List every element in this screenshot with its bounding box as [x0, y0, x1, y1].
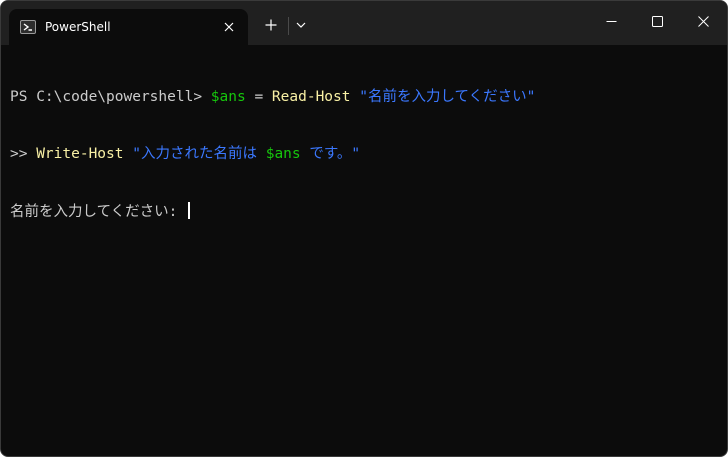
terminal-output[interactable]: PS C:\code\powershell> $ans = Read-Host … — [10, 50, 720, 450]
chevron-down-icon — [296, 22, 306, 28]
profiles-dropdown-button[interactable] — [290, 9, 312, 41]
maximize-icon — [651, 15, 663, 27]
text-cursor — [188, 202, 190, 219]
prompt: PS C:\code\powershell> — [10, 89, 211, 105]
input-prompt: 名前を入力してください: — [10, 204, 187, 220]
close-window-button[interactable] — [680, 1, 726, 41]
tab-title: PowerShell — [45, 20, 111, 34]
terminal-window: PowerShell PS C:\code\powershell> $ans =… — [0, 0, 728, 457]
string-token: "名前を入力してください" — [359, 89, 536, 105]
string-token: です。" — [300, 146, 361, 162]
minimize-icon — [606, 20, 616, 22]
variable-token: $ans — [210, 89, 246, 105]
toolbar-divider — [288, 17, 289, 35]
tab-powershell[interactable]: PowerShell — [9, 9, 248, 45]
variable-token: $ans — [265, 146, 301, 162]
command-token: Read-Host — [271, 89, 351, 105]
continuation-prompt: >> — [10, 146, 37, 162]
terminal-line-3: 名前を入力してください: — [10, 202, 720, 221]
terminal-line-2: >> Write-Host "入力された名前は $ans です。" — [10, 145, 720, 164]
powershell-icon — [20, 20, 36, 34]
string-token: "入力された名前は — [132, 146, 266, 162]
terminal-line-1: PS C:\code\powershell> $ans = Read-Host … — [10, 88, 720, 107]
maximize-button[interactable] — [634, 1, 680, 41]
new-tab-button[interactable] — [257, 9, 285, 41]
command-token: Write-Host — [36, 146, 124, 162]
close-icon — [697, 15, 709, 27]
tab-close-button[interactable] — [220, 18, 238, 36]
title-bar: PowerShell — [1, 1, 727, 45]
minimize-button[interactable] — [588, 1, 634, 41]
close-icon — [224, 22, 234, 32]
operator-token: = — [245, 89, 272, 105]
plus-icon — [265, 19, 277, 31]
